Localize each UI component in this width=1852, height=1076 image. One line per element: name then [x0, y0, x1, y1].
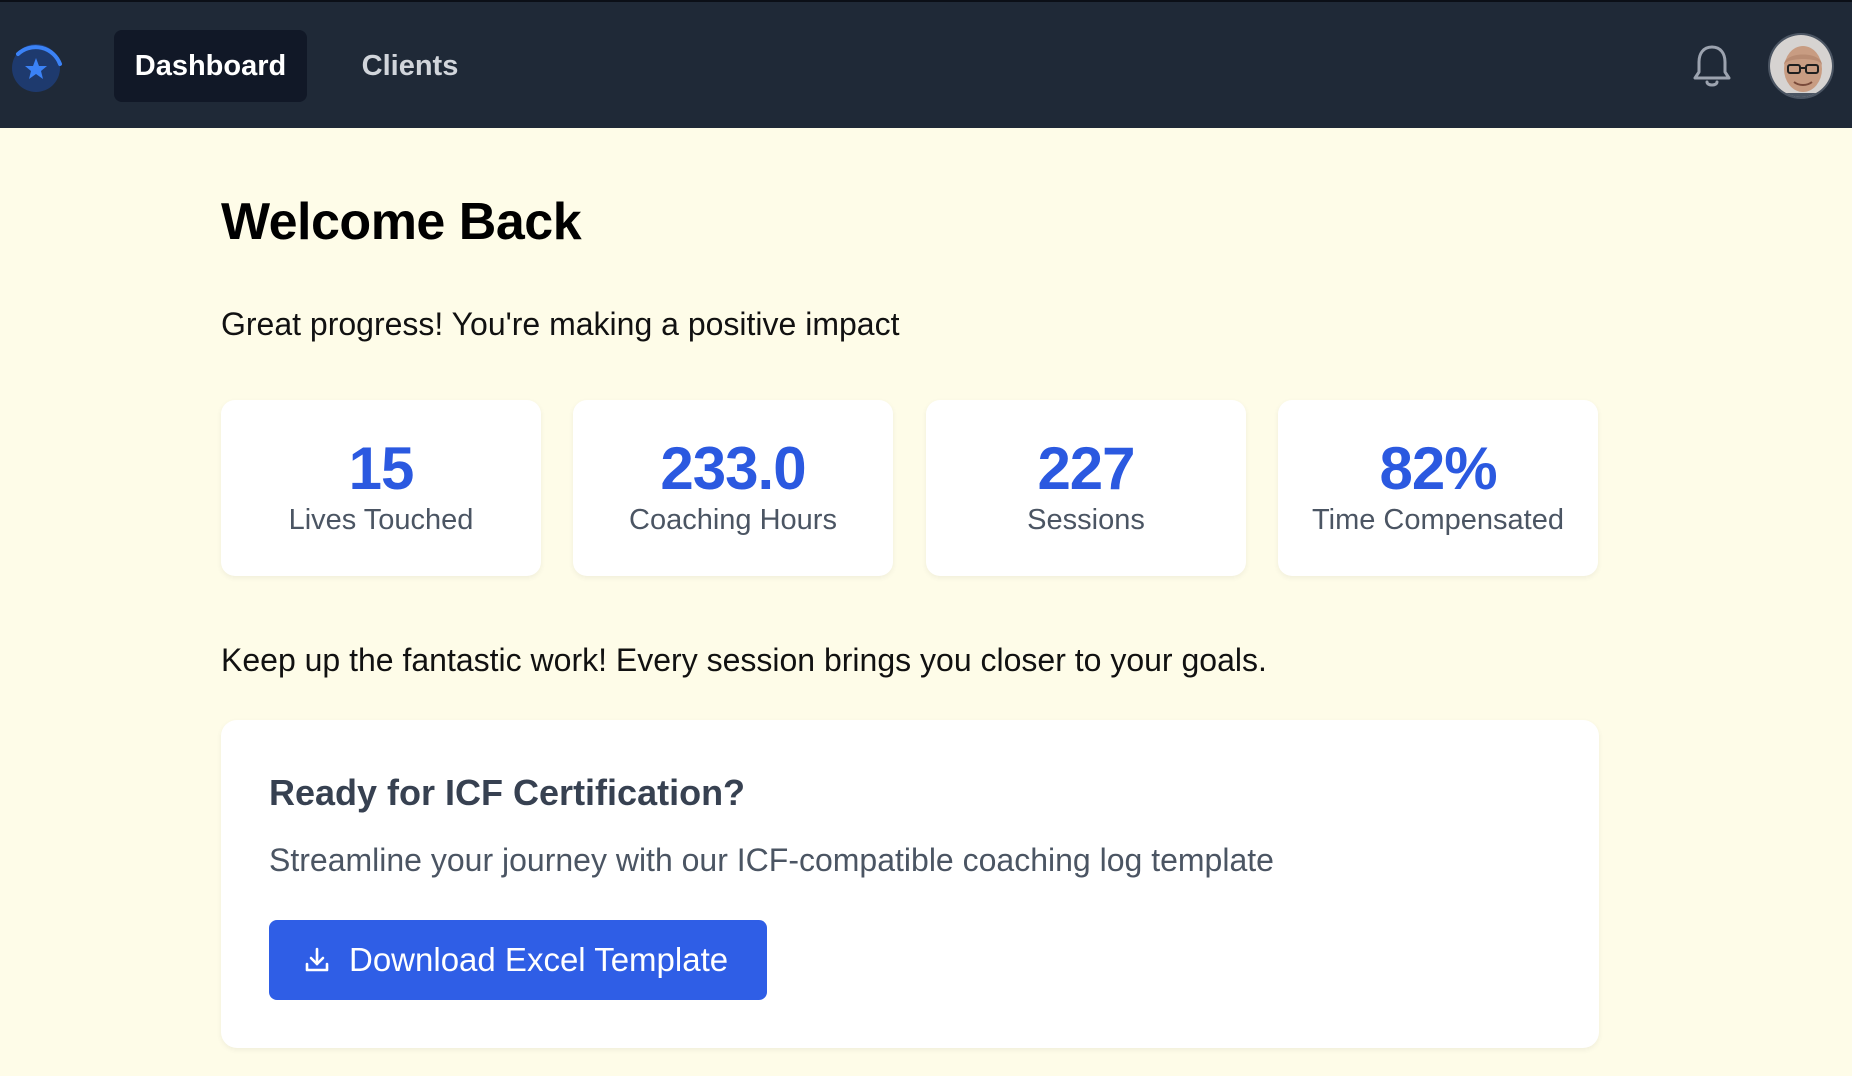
stat-value: 82%	[1379, 435, 1497, 502]
download-icon	[305, 947, 329, 972]
avatar-portrait-icon	[1770, 35, 1832, 97]
stat-label: Time Compensated	[1312, 504, 1564, 536]
star-circle-logo-icon[interactable]	[6, 38, 66, 98]
download-button-label: Download Excel Template	[349, 941, 729, 978]
stat-card-lives-touched: 15 Lives Touched	[221, 400, 541, 576]
user-avatar[interactable]	[1768, 33, 1834, 99]
stat-value: 233.0	[660, 435, 806, 502]
encouragement-text: Keep up the fantastic work! Every sessio…	[221, 642, 1267, 678]
nav-clients-tab[interactable]: Clients	[340, 30, 480, 102]
stat-value: 15	[348, 435, 415, 502]
bell-icon[interactable]	[1690, 42, 1734, 90]
stat-label: Sessions	[1027, 504, 1145, 536]
stat-card-time-compensated: 82% Time Compensated	[1278, 400, 1598, 576]
stat-value: 227	[1037, 435, 1135, 502]
certification-title: Ready for ICF Certification?	[269, 772, 746, 813]
stat-card-sessions: 227 Sessions	[926, 400, 1246, 576]
nav-dashboard-tab[interactable]: Dashboard	[114, 30, 307, 102]
page-title: Welcome Back	[221, 193, 582, 251]
certification-description: Streamline your journey with our ICF-com…	[269, 842, 1274, 878]
stat-card-coaching-hours: 233.0 Coaching Hours	[573, 400, 893, 576]
stat-label: Lives Touched	[288, 504, 474, 536]
top-navigation-bar: Dashboard Clients	[0, 0, 1852, 128]
download-excel-template-button[interactable]: Download Excel Template	[269, 920, 767, 1000]
icf-certification-card: Ready for ICF Certification? Streamline …	[221, 720, 1599, 1048]
page-subtitle: Great progress! You're making a positive…	[221, 306, 900, 342]
stat-label: Coaching Hours	[629, 504, 837, 536]
